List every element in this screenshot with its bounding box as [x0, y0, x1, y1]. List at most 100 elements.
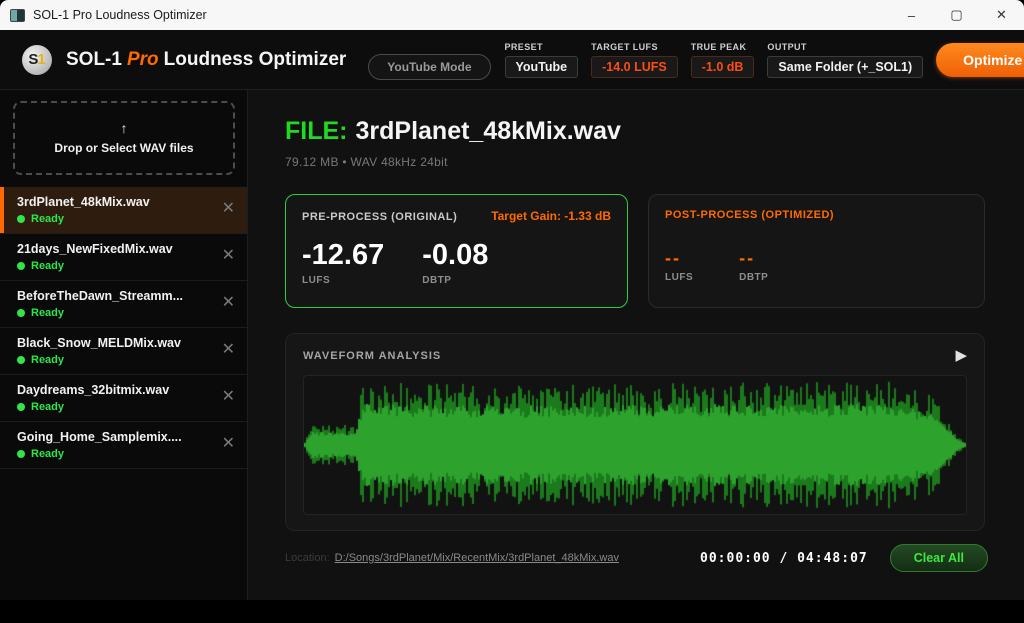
file-item-name: Daydreams_32bitmix.wav [17, 383, 192, 397]
remove-file-icon[interactable]: ✕ [222, 342, 235, 358]
status-text: Ready [31, 260, 64, 272]
file-heading: FILE: 3rdPlanet_48kMix.wav [285, 117, 1024, 146]
file-item-name: BeforeTheDawn_Streamm... [17, 289, 192, 303]
app-body: ↑ Drop or Select WAV files 3rdPlanet_48k… [0, 90, 1024, 600]
status-text: Ready [31, 448, 64, 460]
pre-lufs-value: -12.67 [302, 240, 384, 272]
pre-dbtp-label: DBTP [422, 275, 488, 286]
metrics-panels: PRE-PROCESS (ORIGINAL) Target Gain: -1.3… [285, 194, 985, 308]
status-dot-icon [17, 215, 25, 223]
status-text: Ready [31, 307, 64, 319]
file-item-status: Ready [17, 448, 233, 460]
time-display: 00:00:00 / 04:48:07 [700, 551, 868, 566]
file-item-status: Ready [17, 260, 233, 272]
status-text: Ready [31, 401, 64, 413]
file-item-name: 21days_NewFixedMix.wav [17, 242, 192, 256]
window-title: SOL-1 Pro Loudness Optimizer [33, 8, 207, 22]
output-group: OUTPUT Same Folder (+_SOL1) [767, 42, 923, 78]
app-window: SOL-1 Pro Loudness Optimizer – ▢ ✕ S1 SO… [0, 0, 1024, 623]
app-title: SOL-1ProLoudness Optimizer [66, 49, 346, 71]
post-lufs-value: -- [665, 249, 693, 269]
status-dot-icon [17, 309, 25, 317]
target-lufs-group: TARGET LUFS -14.0 LUFS [591, 42, 678, 78]
status-dot-icon [17, 262, 25, 270]
file-list-item[interactable]: 3rdPlanet_48kMix.wav Ready ✕ [0, 187, 247, 234]
preset-label: PRESET [505, 42, 579, 52]
file-list-item[interactable]: Black_Snow_MELDMix.wav Ready ✕ [0, 328, 247, 375]
waveform-panel: WAVEFORM ANALYSIS ▶ [285, 333, 985, 531]
file-item-name: 3rdPlanet_48kMix.wav [17, 195, 192, 209]
youtube-mode-button[interactable]: YouTube Mode [368, 54, 490, 80]
waveform-display[interactable] [303, 375, 967, 515]
file-list-item[interactable]: 21days_NewFixedMix.wav Ready ✕ [0, 234, 247, 281]
sidebar: ↑ Drop or Select WAV files 3rdPlanet_48k… [0, 90, 248, 600]
remove-file-icon[interactable]: ✕ [222, 248, 235, 264]
file-item-status: Ready [17, 354, 233, 366]
pre-process-title: PRE-PROCESS (ORIGINAL) [302, 211, 457, 223]
maximize-button[interactable]: ▢ [934, 0, 979, 30]
pre-dbtp-value: -0.08 [422, 240, 488, 272]
post-dbtp-value: -- [739, 249, 768, 269]
app-title-suffix: Loudness Optimizer [164, 49, 347, 70]
upload-arrow-icon: ↑ [121, 121, 128, 135]
waveform-canvas[interactable] [304, 376, 967, 514]
status-dot-icon [17, 450, 25, 458]
window-controls: – ▢ ✕ [889, 0, 1024, 30]
titlebar: SOL-1 Pro Loudness Optimizer – ▢ ✕ [0, 0, 1024, 30]
app-title-prefix: SOL-1 [66, 49, 122, 70]
status-text: Ready [31, 213, 64, 225]
status-text: Ready [31, 354, 64, 366]
file-item-name: Going_Home_Samplemix.... [17, 430, 192, 444]
post-dbtp-block: -- DBTP [739, 249, 768, 283]
app-icon [10, 9, 25, 22]
file-list: 3rdPlanet_48kMix.wav Ready ✕ 21days_NewF… [0, 187, 247, 469]
preset-group: PRESET YouTube [505, 42, 579, 78]
location-label: Location: [285, 552, 330, 564]
status-dot-icon [17, 403, 25, 411]
output-select[interactable]: Same Folder (+_SOL1) [767, 56, 923, 78]
app-title-pro: Pro [127, 49, 159, 70]
remove-file-icon[interactable]: ✕ [222, 389, 235, 405]
file-meta: 79.12 MB • WAV 48kHz 24bit [285, 155, 1024, 169]
window-bottom-edge [0, 600, 1024, 623]
true-peak-group: TRUE PEAK -1.0 dB [691, 42, 755, 78]
post-process-title: POST-PROCESS (OPTIMIZED) [665, 209, 834, 221]
true-peak-field[interactable]: -1.0 dB [691, 56, 755, 78]
target-lufs-field[interactable]: -14.0 LUFS [591, 56, 678, 78]
footer-row: Location: D:/Songs/3rdPlanet/Mix/RecentM… [285, 544, 988, 572]
remove-file-icon[interactable]: ✕ [222, 295, 235, 311]
preset-select[interactable]: YouTube [505, 56, 579, 78]
file-list-item[interactable]: Going_Home_Samplemix.... Ready ✕ [0, 422, 247, 469]
file-name: 3rdPlanet_48kMix.wav [356, 117, 621, 145]
remove-file-icon[interactable]: ✕ [222, 436, 235, 452]
pre-process-panel: PRE-PROCESS (ORIGINAL) Target Gain: -1.3… [285, 194, 628, 308]
file-item-status: Ready [17, 401, 233, 413]
logo-number: 1 [37, 51, 45, 68]
file-list-item[interactable]: BeforeTheDawn_Streamm... Ready ✕ [0, 281, 247, 328]
post-process-panel: POST-PROCESS (OPTIMIZED) -- LUFS -- DBTP [648, 194, 985, 308]
dropzone[interactable]: ↑ Drop or Select WAV files [13, 101, 235, 175]
target-gain-value: Target Gain: -1.33 dB [491, 209, 611, 223]
selected-indicator-bar [0, 187, 4, 233]
pre-dbtp-block: -0.08 DBTP [422, 240, 488, 286]
clear-all-button[interactable]: Clear All [890, 544, 988, 572]
remove-file-icon[interactable]: ✕ [222, 201, 235, 217]
file-item-name: Black_Snow_MELDMix.wav [17, 336, 192, 350]
main-content: FILE: 3rdPlanet_48kMix.wav 79.12 MB • WAV… [248, 90, 1024, 600]
app-header: S1 SOL-1ProLoudness Optimizer YouTube Mo… [0, 30, 1024, 90]
post-dbtp-label: DBTP [739, 272, 768, 283]
minimize-button[interactable]: – [889, 0, 934, 30]
true-peak-label: TRUE PEAK [691, 42, 755, 52]
pre-lufs-block: -12.67 LUFS [302, 240, 384, 286]
play-icon[interactable]: ▶ [955, 348, 967, 363]
file-list-item[interactable]: Daydreams_32bitmix.wav Ready ✕ [0, 375, 247, 422]
file-item-status: Ready [17, 213, 233, 225]
output-label: OUTPUT [767, 42, 923, 52]
app-logo-icon: S1 [22, 45, 52, 75]
close-button[interactable]: ✕ [979, 0, 1024, 30]
location-path-link[interactable]: D:/Songs/3rdPlanet/Mix/RecentMix/3rdPlan… [335, 552, 619, 564]
file-label: FILE: [285, 117, 348, 145]
target-lufs-label: TARGET LUFS [591, 42, 678, 52]
waveform-title: WAVEFORM ANALYSIS [303, 350, 441, 362]
optimize-all-button[interactable]: Optimize All [936, 43, 1024, 77]
